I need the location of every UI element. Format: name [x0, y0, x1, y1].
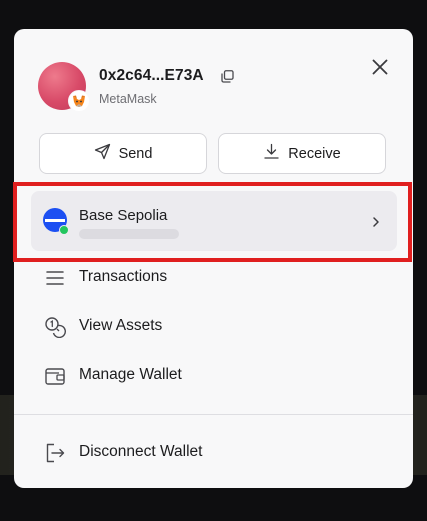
list-icon [44, 267, 66, 289]
menu-item-disconnect-wallet[interactable]: Disconnect Wallet [44, 438, 384, 468]
send-icon [94, 143, 111, 164]
receive-label: Receive [288, 145, 341, 162]
wallet-icon [44, 365, 66, 387]
send-label: Send [118, 145, 153, 162]
receive-button[interactable]: Receive [218, 133, 386, 174]
network-selector[interactable]: Base Sepolia [31, 191, 397, 251]
metamask-fox-icon [68, 90, 90, 112]
menu-item-label: Disconnect Wallet [79, 443, 203, 460]
menu-item-view-assets[interactable]: View Assets [44, 312, 384, 342]
menu-item-label: Transactions [79, 268, 168, 285]
copy-icon[interactable] [221, 70, 234, 83]
connected-status-dot [59, 225, 69, 235]
wallet-name: MetaMask [99, 92, 157, 106]
coins-icon [44, 316, 66, 339]
menu-item-transactions[interactable]: Transactions [44, 263, 384, 293]
send-button[interactable]: Send [39, 133, 207, 174]
close-icon[interactable] [372, 59, 388, 75]
chevron-right-icon [371, 215, 381, 227]
network-name: Base Sepolia [79, 207, 168, 224]
menu-item-label: Manage Wallet [79, 366, 182, 383]
account-address: 0x2c64...E73A [99, 67, 204, 84]
account-modal: 0x2c64...E73A MetaMask Send Receive Base… [14, 29, 413, 488]
menu-divider [14, 414, 413, 415]
network-balance-placeholder [79, 229, 179, 239]
menu-item-manage-wallet[interactable]: Manage Wallet [44, 361, 384, 391]
download-icon [263, 143, 280, 164]
logout-icon [44, 442, 66, 464]
menu-item-label: View Assets [79, 317, 163, 334]
